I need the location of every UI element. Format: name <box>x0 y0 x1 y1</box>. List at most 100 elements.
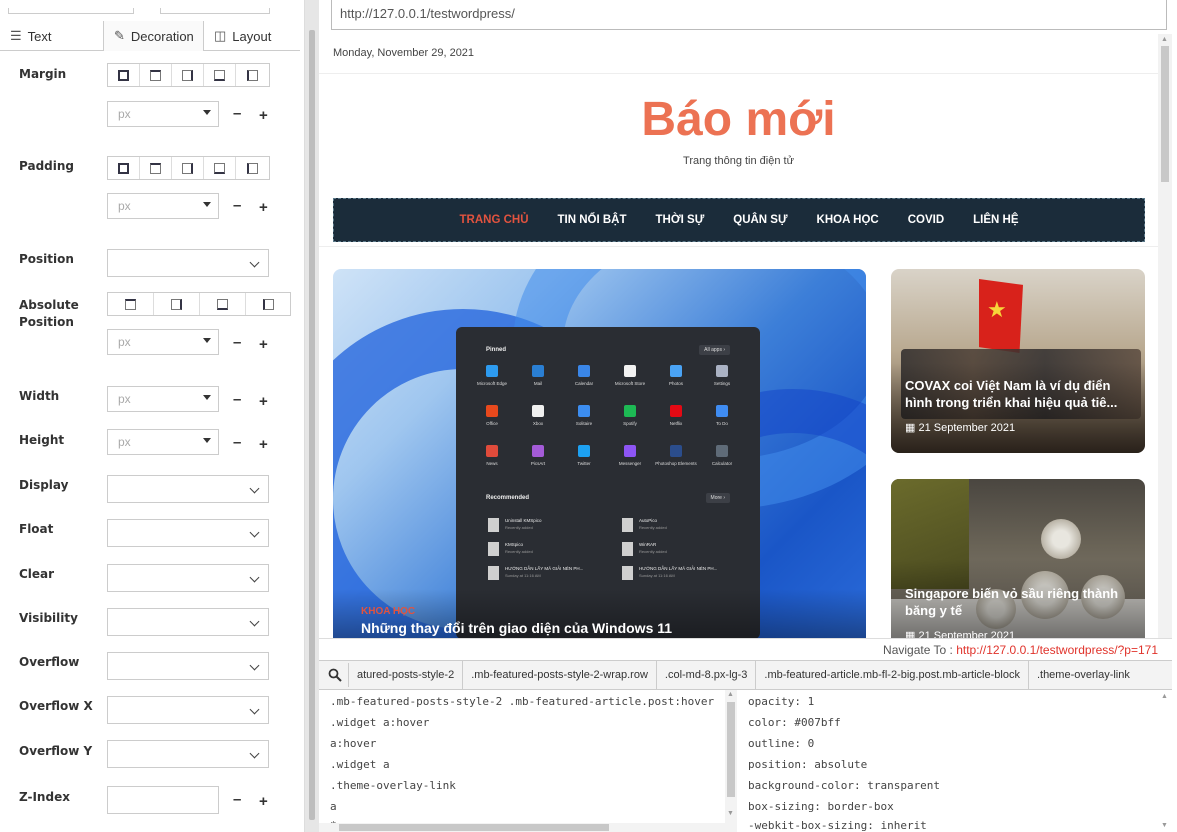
tab-layout[interactable]: ◫ Layout <box>204 21 300 51</box>
preview-vertical-scrollbar[interactable]: ▲ <box>1158 34 1172 638</box>
nav-item-thoi-su[interactable]: THỜI SỰ <box>656 214 705 226</box>
side-article-title[interactable]: COVAX coi Việt Nam là ví dụ điển hình tr… <box>905 377 1137 411</box>
box-top-icon <box>150 69 161 81</box>
padding-increment-button[interactable]: + <box>259 199 268 216</box>
selector-item[interactable]: .widget a:hover <box>330 716 429 729</box>
selector-list-hscrollbar[interactable] <box>319 823 737 832</box>
overflow-y-select[interactable] <box>107 740 269 768</box>
property-item[interactable]: outline: 0 <box>748 737 814 750</box>
abs-left-toggle[interactable] <box>246 293 290 315</box>
clear-select[interactable] <box>107 564 269 592</box>
nav-item-lien-he[interactable]: LIÊN HỆ <box>973 214 1018 226</box>
tab-text[interactable]: ☰ Text <box>0 21 104 51</box>
position-select[interactable] <box>107 249 269 277</box>
selector-item[interactable]: a <box>330 800 337 813</box>
float-select[interactable] <box>107 519 269 547</box>
display-select[interactable] <box>107 475 269 503</box>
height-decrement-button[interactable]: – <box>233 434 241 451</box>
recommended-item: KMSpico Recently added <box>488 541 608 559</box>
property-item[interactable]: color: #007bff <box>748 716 841 729</box>
margin-left-toggle[interactable] <box>236 64 268 86</box>
text-align-icon: ☰ <box>10 28 22 43</box>
visibility-select[interactable] <box>107 608 269 636</box>
property-item[interactable]: -webkit-box-sizing: inherit <box>748 819 927 832</box>
abs-top-toggle[interactable] <box>108 293 154 315</box>
app-tile-icon <box>624 365 636 377</box>
featured-title[interactable]: Những thay đổi trên giao diện của Window… <box>361 620 672 636</box>
padding-right-toggle[interactable] <box>172 157 204 179</box>
site-title[interactable]: Báo mới <box>319 92 1158 147</box>
nav-item-quan-su[interactable]: QUÂN SỰ <box>733 214 787 226</box>
margin-bottom-toggle[interactable] <box>204 64 236 86</box>
side-article-card-2[interactable]: Singapore biến vỏ sầu riêng thành băng y… <box>891 479 1145 638</box>
css-property-list: opacity: 1 color: #007bff outline: 0 pos… <box>737 690 1157 832</box>
padding-top-toggle[interactable] <box>140 157 172 179</box>
scroll-thumb[interactable] <box>727 702 735 797</box>
property-item[interactable]: position: absolute <box>748 758 867 771</box>
margin-decrement-button[interactable]: – <box>233 105 241 122</box>
abs-bottom-toggle[interactable] <box>200 293 246 315</box>
side-article-card-1[interactable]: ★ COVAX coi Việt Nam là ví dụ điển hình … <box>891 269 1145 453</box>
breadcrumb-item[interactable]: .mb-featured-posts-style-2-wrap.row <box>463 661 657 689</box>
margin-top-toggle[interactable] <box>140 64 172 86</box>
z-index-decrement-button[interactable]: – <box>233 791 241 808</box>
padding-all-toggle[interactable] <box>108 157 140 179</box>
height-increment-button[interactable]: + <box>259 436 268 453</box>
side-article-title[interactable]: Singapore biến vỏ sầu riêng thành băng y… <box>905 585 1137 619</box>
property-list-scrollbar[interactable]: ▲ ▼ <box>1157 690 1172 832</box>
margin-all-toggle[interactable] <box>108 64 140 86</box>
width-increment-button[interactable]: + <box>259 393 268 410</box>
width-decrement-button[interactable]: – <box>233 391 241 408</box>
nav-item-covid[interactable]: COVID <box>908 214 944 226</box>
file-icon <box>622 566 633 580</box>
featured-category[interactable]: KHOA HỌC <box>361 606 415 617</box>
width-unit-select[interactable]: px <box>107 386 219 412</box>
box-left-icon <box>262 298 274 310</box>
nav-item-khoa-hoc[interactable]: KHOA HỌC <box>817 214 879 226</box>
overflow-select[interactable] <box>107 652 269 680</box>
url-bar[interactable]: http://127.0.0.1/testwordpress/ <box>331 0 1167 30</box>
overflow-x-select[interactable] <box>107 696 269 724</box>
scroll-thumb[interactable] <box>339 824 609 831</box>
padding-left-toggle[interactable] <box>236 157 268 179</box>
breadcrumb-item[interactable]: .theme-overlay-link <box>1029 661 1138 689</box>
property-item[interactable]: background-color: transparent <box>748 779 940 792</box>
url-text: http://127.0.0.1/testwordpress/ <box>340 6 515 21</box>
abs-right-toggle[interactable] <box>154 293 200 315</box>
nav-item-tin-noi-bat[interactable]: TIN NỔI BẬT <box>558 214 627 226</box>
tab-decoration[interactable]: ✎ Decoration <box>104 21 204 51</box>
property-item[interactable]: opacity: 1 <box>748 695 814 708</box>
absolute-position-unit-select[interactable]: px <box>107 329 219 355</box>
nav-item-trang-chu[interactable]: TRANG CHỦ <box>460 214 529 226</box>
z-index-input[interactable] <box>107 786 219 814</box>
selector-list-scrollbar[interactable]: ▲ ▼ <box>725 690 737 823</box>
selector-item[interactable]: a:hover <box>330 737 376 750</box>
selector-item[interactable]: .theme-overlay-link <box>330 779 456 792</box>
margin-right-toggle[interactable] <box>172 64 204 86</box>
navigate-url-link[interactable]: http://127.0.0.1/testwordpress/?p=171 <box>956 643 1158 657</box>
height-unit-select[interactable]: px <box>107 429 219 455</box>
margin-increment-button[interactable]: + <box>259 107 268 124</box>
z-index-increment-button[interactable]: + <box>259 793 268 810</box>
absolute-position-increment-button[interactable]: + <box>259 336 268 353</box>
selector-item[interactable]: .mb-featured-posts-style-2 .mb-featured-… <box>330 695 714 708</box>
padding-label: Padding <box>19 159 74 173</box>
panel-splitter[interactable] <box>305 0 319 832</box>
breadcrumb-item[interactable]: .col-md-8.px-lg-3 <box>657 661 757 689</box>
property-item[interactable]: box-sizing: border-box <box>748 800 894 813</box>
featured-article-card[interactable]: Pinned All apps › Microsoft Edge Mail Cale… <box>333 269 866 638</box>
scroll-thumb[interactable] <box>1161 46 1169 182</box>
margin-unit-select[interactable]: px <box>107 101 219 127</box>
inspect-search-button[interactable] <box>321 663 349 687</box>
padding-decrement-button[interactable]: – <box>233 197 241 214</box>
box-left-icon <box>246 69 258 81</box>
calendar-icon: ▦ <box>905 422 916 434</box>
absolute-position-decrement-button[interactable]: – <box>233 334 241 351</box>
chevron-down-icon <box>249 704 260 715</box>
selector-item[interactable]: .widget a <box>330 758 390 771</box>
breadcrumb-item[interactable]: .mb-featured-article.mb-fl-2-big.post.mb… <box>756 661 1029 689</box>
splitter-grip[interactable] <box>309 30 315 820</box>
padding-bottom-toggle[interactable] <box>204 157 236 179</box>
padding-unit-select[interactable]: px <box>107 193 219 219</box>
breadcrumb-item[interactable]: atured-posts-style-2 <box>349 661 464 689</box>
